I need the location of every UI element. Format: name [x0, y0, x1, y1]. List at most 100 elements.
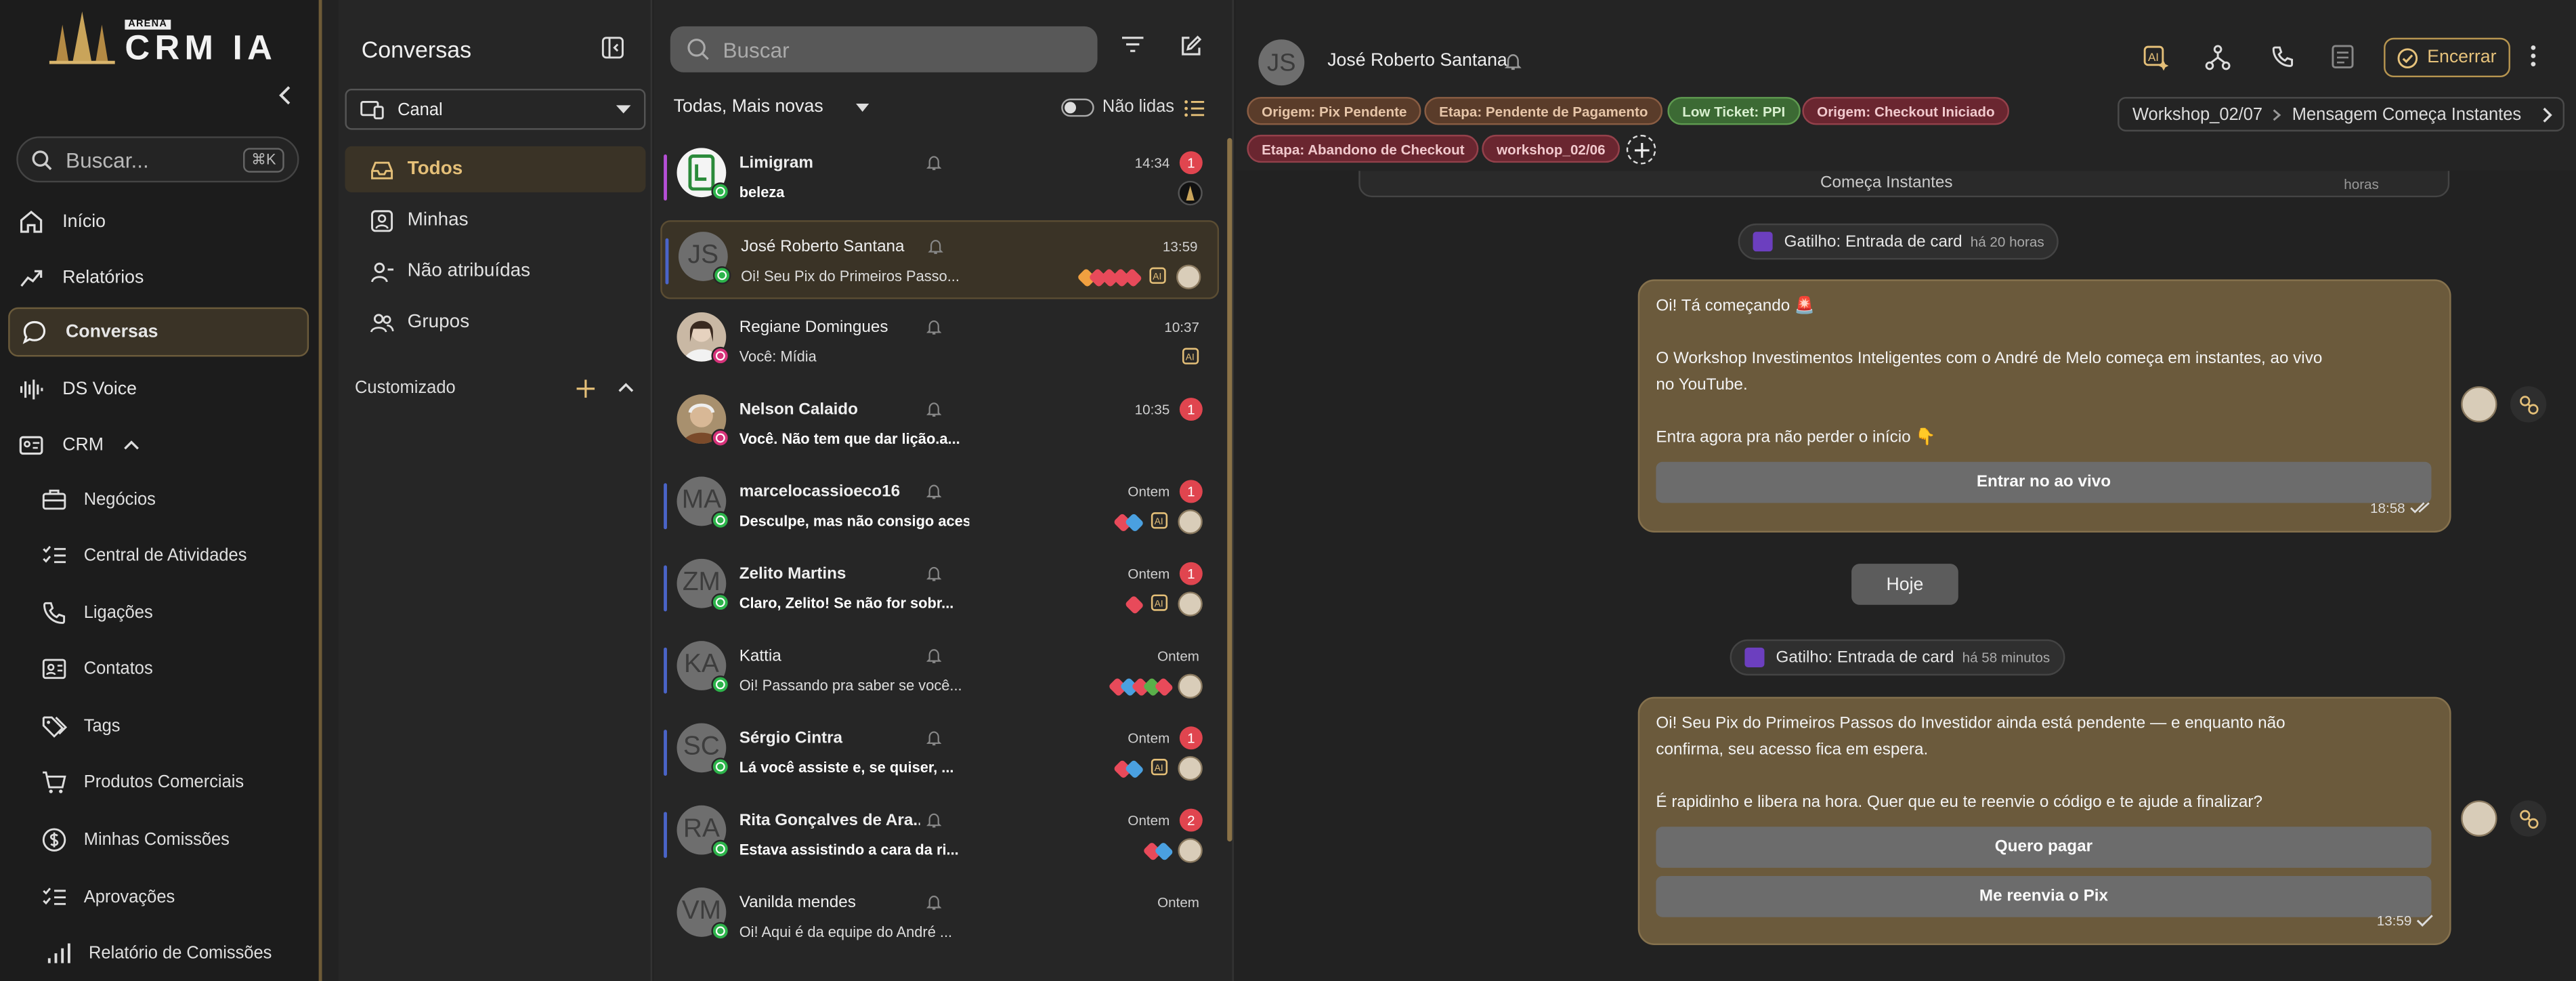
nav-item-relatorios[interactable]: Relatórios [16, 256, 144, 299]
nav-sub-contatos[interactable]: Contatos [39, 651, 153, 687]
more-vertical-icon[interactable] [2530, 45, 2537, 68]
conversation-row[interactable]: ZM Zelito Martins Claro, Zelito! Se não fo… [660, 549, 1219, 627]
nav-sub-label: Ligações [83, 603, 153, 623]
breadcrumb-flow[interactable]: Workshop_02/07 [2132, 104, 2262, 124]
contact-name[interactable]: José Roberto Santana [1327, 51, 1507, 70]
contact-tag[interactable]: Origem: Checkout Iniciado [1802, 97, 2010, 125]
nav-sub-ligacoes[interactable]: Ligações [39, 595, 153, 631]
conversation-row[interactable]: Regiane Domingues Você: Mídia 10:37 AI [660, 302, 1219, 381]
row-meta: AI [1113, 509, 1203, 535]
folder-grupos[interactable]: Grupos [345, 299, 645, 346]
conversation-row[interactable]: KA Kattia Oi! Passando pra saber se você..… [660, 631, 1219, 710]
bell-icon[interactable] [926, 812, 942, 828]
contact-tag[interactable]: Etapa: Pendente de Pagamento [1424, 97, 1663, 125]
contact-avatar[interactable]: JS [1258, 39, 1305, 86]
quick-reply-button[interactable]: Me reenvia o Pix [1656, 876, 2432, 917]
ai-assistant-icon: AI [1149, 510, 1172, 533]
whatsapp-icon [711, 675, 730, 694]
compose-icon[interactable] [1180, 35, 1203, 58]
priority-bar [664, 647, 667, 694]
chevron-up-icon[interactable] [618, 379, 634, 396]
nav-sub-label: Produtos Comerciais [83, 772, 244, 793]
conversation-row[interactable]: Limigram beleza 14:34 1 [660, 138, 1219, 217]
conversation-row[interactable]: Nelson Calaido Você. Não tem que dar liçã… [660, 385, 1219, 463]
end-conversation-button[interactable]: Encerrar [2384, 37, 2510, 78]
bell-icon[interactable] [926, 401, 942, 417]
folder-minhas[interactable]: Minhas [345, 197, 645, 243]
contact-tag[interactable]: workshop_02/06 [1482, 134, 1620, 163]
notes-icon[interactable] [2331, 45, 2354, 69]
flow-icon[interactable] [2205, 45, 2231, 71]
nav-sub-aprovacoes[interactable]: Aprovações [39, 879, 175, 915]
nav-sub-produtos[interactable]: Produtos Comerciais [39, 764, 244, 800]
nav-sub-tags[interactable]: Tags [39, 709, 121, 745]
tag-hearts [1124, 593, 1144, 614]
list-settings-icon[interactable] [1184, 99, 1205, 119]
breadcrumb-step[interactable]: Mensagem Começa Instantes [2292, 104, 2521, 124]
bell-icon[interactable] [1505, 53, 1522, 71]
bell-icon[interactable] [928, 238, 943, 255]
automation-icon[interactable] [2510, 800, 2547, 837]
contact-tag[interactable]: Low Ticket: PPI [1667, 97, 1801, 125]
plus-icon[interactable] [576, 379, 595, 397]
phone-icon[interactable] [2271, 45, 2295, 69]
unread-toggle[interactable]: Não lidas [1061, 97, 1174, 117]
chevron-left-icon[interactable] [273, 82, 299, 108]
priority-bar [664, 154, 667, 201]
quick-reply-button[interactable]: Entrar no ao vivo [1656, 461, 2432, 503]
bell-icon[interactable] [926, 154, 942, 171]
agent-avatar [1178, 591, 1203, 617]
folder-nao-atribuidas[interactable]: Não atribuídas [345, 248, 645, 294]
nav-item-crm[interactable]: CRM [16, 424, 163, 467]
folder-label: Não atribuídas [407, 261, 531, 281]
nav-sub-negocios[interactable]: Negócios [39, 482, 156, 518]
message-preview: Claro, Zelito! Se não for sobr... [739, 595, 954, 612]
conversation-search-input[interactable]: Buscar [670, 26, 1098, 72]
flow-breadcrumb[interactable]: Workshop_02/07 Mensagem Começa Instantes [2118, 97, 2564, 132]
chevron-right-icon[interactable] [2541, 106, 2553, 122]
end-button-label: Encerrar [2427, 47, 2497, 68]
quick-reply-button[interactable]: Quero pagar [1656, 827, 2432, 868]
conversation-row[interactable]: MA marcelocassioeco16 Desculpe, mas não co… [660, 467, 1219, 545]
unread-count-badge: 2 [1179, 808, 1203, 832]
conversation-row[interactable]: VM Vanilda mendes Oi! Aqui é da equipe do … [660, 877, 1219, 956]
bell-icon[interactable] [926, 483, 942, 499]
message-preview: Você. Não tem que dar lição.a... [739, 430, 960, 447]
conversation-list: Buscar Todas, Mais novas Não lidas Limig… [653, 0, 1234, 981]
nav-sub-central-atividades[interactable]: Central de Atividades [39, 537, 246, 573]
bell-icon[interactable] [926, 319, 942, 335]
bell-icon[interactable] [926, 730, 942, 746]
checklist-icon [39, 883, 67, 911]
collapse-panel-icon[interactable] [601, 36, 624, 59]
whatsapp-icon [711, 921, 730, 940]
conversation-row[interactable]: SC Sérgio Cintra Lá você assiste e, se qui… [660, 713, 1219, 792]
nav-sub-comissoes[interactable]: Minhas Comissões [39, 822, 230, 858]
chat-header: JS José Roberto Santana AI Encerrar Orig… [1235, 0, 2576, 171]
global-search[interactable]: Buscar... ⌘K [16, 136, 299, 183]
filter-icon[interactable] [1121, 36, 1144, 52]
nav-item-inicio[interactable]: Início [16, 201, 106, 243]
contact-tag[interactable]: Origem: Pix Pendente [1247, 97, 1422, 125]
conversation-row[interactable]: JS José Roberto Santana Oi! Seu Pix do Pri… [660, 220, 1220, 299]
contact-tag[interactable]: Etapa: Abandono de Checkout [1247, 134, 1480, 163]
bell-icon[interactable] [926, 648, 942, 664]
nav-item-conversas[interactable]: Conversas [8, 307, 309, 357]
brand-logo[interactable]: ARENA CRM IA [49, 11, 296, 67]
sort-select[interactable]: Todas, Mais novas [674, 97, 870, 117]
agent-avatar[interactable] [2461, 386, 2497, 423]
nav-item-ds-voice[interactable]: DS Voice [16, 368, 137, 411]
list-scrollbar[interactable] [1227, 138, 1232, 842]
channel-select[interactable]: Canal [345, 89, 646, 130]
conversation-row[interactable]: RA Rita Gonçalves de Ara... Estava assisti… [660, 795, 1219, 874]
tag-hearts [1077, 267, 1143, 287]
agent-avatar[interactable] [2461, 800, 2497, 837]
automation-icon[interactable] [2510, 386, 2547, 423]
nav-sub-relatorio-comissoes[interactable]: Relatório de Comissões [45, 935, 272, 971]
bell-icon[interactable] [926, 894, 942, 911]
bell-icon[interactable] [926, 566, 942, 582]
folder-todos[interactable]: Todos [345, 146, 646, 192]
nav-sub-label: Negócios [83, 489, 156, 510]
add-tag-button[interactable] [1626, 134, 1656, 165]
toggle-switch[interactable] [1061, 98, 1094, 117]
ai-assistant-icon[interactable]: AI [2143, 45, 2169, 71]
